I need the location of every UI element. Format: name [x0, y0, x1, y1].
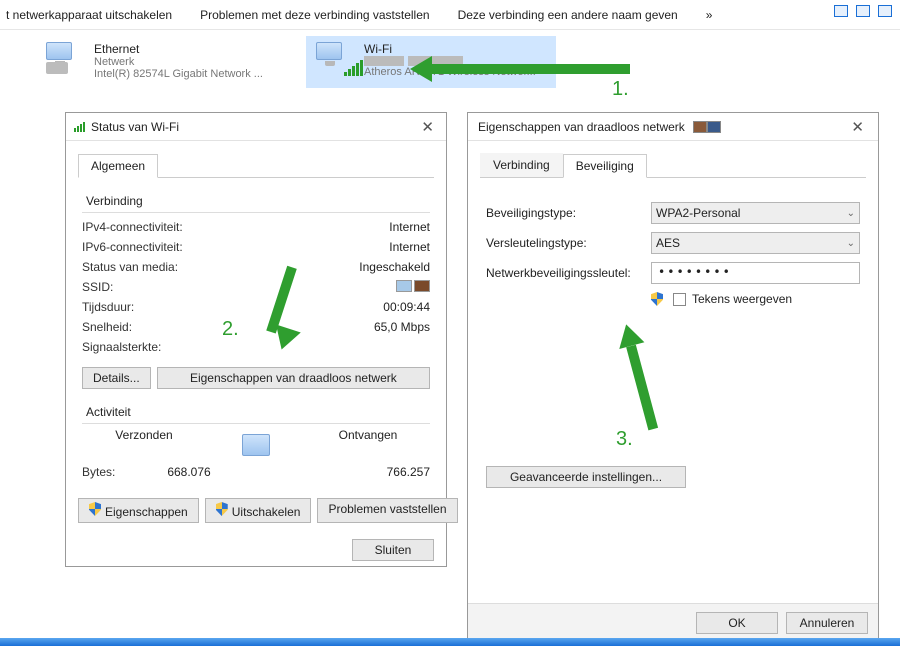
wireless-props-button[interactable]: Eigenschappen van draadloos netwerk: [157, 367, 430, 389]
adapter-ssid-redacted: [364, 56, 536, 66]
select-value: WPA2-Personal: [656, 206, 740, 220]
ipv6-label: IPv6-connectiviteit:: [82, 240, 183, 254]
ethernet-icon: [46, 42, 86, 82]
wireless-properties-dialog: Eigenschappen van draadloos netwerk ✕ Ve…: [467, 112, 879, 642]
adapter-device: Intel(R) 82574L Gigabit Network ...: [94, 68, 263, 80]
adapter-ethernet[interactable]: Ethernet Netwerk Intel(R) 82574L Gigabit…: [36, 36, 286, 88]
view-options[interactable]: [834, 5, 892, 17]
group-legend: Verbinding: [82, 194, 430, 208]
adapter-status: Netwerk: [94, 56, 263, 68]
media-label: Status van media:: [82, 260, 178, 274]
ok-button[interactable]: OK: [696, 612, 778, 634]
show-characters-label: Tekens weergeven: [692, 292, 792, 306]
ipv4-value: Internet: [389, 220, 430, 234]
speed-value: 65,0 Mbps: [374, 320, 430, 334]
annotation-label-1: 1.: [612, 78, 629, 101]
sent-label: Verzonden: [82, 428, 206, 462]
dialog-title: Eigenschappen van draadloos netwerk: [478, 120, 685, 134]
bytes-sent: 668.076: [115, 465, 262, 479]
adapter-name: Wi-Fi: [364, 42, 536, 56]
close-icon[interactable]: ✕: [417, 118, 438, 136]
select-value: AES: [656, 236, 680, 250]
network-key-input[interactable]: ••••••••: [651, 262, 860, 284]
advanced-settings-button[interactable]: Geavanceerde instellingen...: [486, 466, 686, 488]
encryption-type-label: Versleutelingstype:: [486, 236, 651, 250]
taskbar: [0, 638, 900, 646]
view-icon[interactable]: [878, 5, 892, 17]
explorer-toolbar: t netwerkapparaat uitschakelen Problemen…: [0, 0, 900, 30]
ssid-chip: [693, 121, 721, 133]
cmd-diagnose[interactable]: Problemen met deze verbinding vaststelle…: [200, 8, 429, 22]
cmd-disable[interactable]: t netwerkapparaat uitschakelen: [6, 8, 172, 22]
close-icon[interactable]: ✕: [847, 118, 868, 136]
security-type-select[interactable]: WPA2-Personal ⌄: [651, 202, 860, 224]
annotation-label-3: 3.: [616, 428, 633, 451]
encryption-type-select[interactable]: AES ⌄: [651, 232, 860, 254]
dialog-titlebar[interactable]: Status van Wi-Fi ✕: [66, 113, 446, 141]
speed-label: Snelheid:: [82, 320, 132, 334]
signal-bars-icon: [74, 122, 85, 132]
activity-icon: [206, 428, 306, 462]
duration-value: 00:09:44: [383, 300, 430, 314]
ipv6-value: Internet: [389, 240, 430, 254]
tab-connection[interactable]: Verbinding: [480, 153, 563, 177]
ipv4-label: IPv4-connectiviteit:: [82, 220, 183, 234]
group-legend: Activiteit: [82, 405, 430, 419]
adapter-name: Ethernet: [94, 42, 263, 56]
network-key-label: Netwerkbeveiligingssleutel:: [486, 266, 651, 280]
group-connection: Verbinding IPv4-connectiviteit:Internet …: [78, 188, 434, 395]
ssid-label: SSID:: [82, 280, 113, 294]
duration-label: Tijdsduur:: [82, 300, 134, 314]
tabbar: Verbinding Beveiliging: [480, 153, 866, 178]
media-value: Ingeschakeld: [359, 260, 430, 274]
security-type-label: Beveiligingstype:: [486, 206, 651, 220]
shield-icon: [89, 502, 101, 516]
tab-general[interactable]: Algemeen: [78, 154, 158, 178]
properties-button[interactable]: Eigenschappen: [78, 498, 199, 523]
adapter-device: Atheros AR9271 Wireless Networ...: [364, 66, 536, 78]
group-activity: Activiteit Verzonden Ontvangen Bytes: 66…: [78, 399, 434, 488]
cmd-more[interactable]: »: [706, 8, 713, 22]
wifi-status-dialog: Status van Wi-Fi ✕ Algemeen Verbinding I…: [65, 112, 447, 567]
adapter-list: Ethernet Netwerk Intel(R) 82574L Gigabit…: [0, 30, 900, 98]
chevron-down-icon: ⌄: [847, 208, 855, 219]
wifi-icon: [316, 42, 356, 82]
shield-icon: [216, 502, 228, 516]
bytes-label: Bytes:: [82, 465, 115, 479]
annotation-label-2: 2.: [222, 318, 239, 341]
close-button[interactable]: Sluiten: [352, 539, 434, 561]
adapter-wifi[interactable]: Wi-Fi Atheros AR9271 Wireless Networ...: [306, 36, 556, 88]
ssid-value: [396, 280, 430, 294]
tab-security[interactable]: Beveiliging: [563, 154, 647, 178]
diagnose-button[interactable]: Problemen vaststellen: [317, 498, 457, 523]
recv-label: Ontvangen: [306, 428, 430, 462]
shield-icon: [651, 292, 663, 306]
show-characters-checkbox[interactable]: [673, 293, 686, 306]
disable-button[interactable]: Uitschakelen: [205, 498, 312, 523]
view-icon[interactable]: [856, 5, 870, 17]
details-button[interactable]: Details...: [82, 367, 151, 389]
signal-label: Signaalsterkte:: [82, 340, 161, 354]
chevron-down-icon: ⌄: [847, 238, 855, 249]
dialog-titlebar[interactable]: Eigenschappen van draadloos netwerk ✕: [468, 113, 878, 141]
bytes-recv: 766.257: [283, 465, 430, 479]
cmd-rename[interactable]: Deze verbinding een andere naam geven: [458, 8, 678, 22]
tabbar: Algemeen: [78, 153, 434, 178]
dialog-title: Status van Wi-Fi: [91, 120, 179, 134]
view-icon[interactable]: [834, 5, 848, 17]
cancel-button[interactable]: Annuleren: [786, 612, 868, 634]
dialog-footer: OK Annuleren: [468, 603, 878, 641]
